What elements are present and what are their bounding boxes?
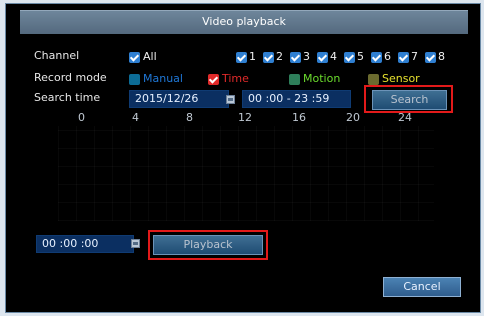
channel-7-checkbox[interactable] — [398, 52, 409, 63]
channel-8-label: 8 — [438, 50, 445, 63]
channel-4-checkbox[interactable] — [317, 52, 328, 63]
timeline-tick-0: 0 — [78, 111, 85, 124]
channel-all-label: All — [143, 50, 157, 63]
channel-3-checkbox[interactable] — [290, 52, 301, 63]
channel-3-label: 3 — [303, 50, 310, 63]
video-playback-window: Video playback Channel All 1 2 3 4 5 6 7… — [5, 3, 481, 313]
channel-2-checkbox[interactable] — [263, 52, 274, 63]
timeline-tick-4: 4 — [132, 111, 139, 124]
channel-8-checkbox[interactable] — [425, 52, 436, 63]
window-title: Video playback — [20, 10, 468, 34]
timeline-tick-24: 24 — [398, 111, 412, 124]
record-mode-motion-checkbox[interactable] — [289, 74, 300, 85]
channel-1-label: 1 — [249, 50, 256, 63]
record-mode-label: Record mode — [34, 71, 107, 84]
timeline-tick-20: 20 — [346, 111, 360, 124]
playback-time-field[interactable]: 00 :00 :00 — [36, 235, 134, 253]
channel-6-checkbox[interactable] — [371, 52, 382, 63]
timeline-area[interactable] — [58, 126, 434, 221]
channel-2-label: 2 — [276, 50, 283, 63]
channel-1-checkbox[interactable] — [236, 52, 247, 63]
timeline-tick-12: 12 — [238, 111, 252, 124]
record-mode-sensor-label: Sensor — [382, 72, 420, 85]
channel-7-label: 7 — [411, 50, 418, 63]
channel-5-checkbox[interactable] — [344, 52, 355, 63]
channel-4-label: 4 — [330, 50, 337, 63]
timeline-tick-8: 8 — [186, 111, 193, 124]
record-mode-manual-checkbox[interactable] — [129, 74, 140, 85]
record-mode-time-checkbox[interactable] — [208, 74, 219, 85]
timeline-tick-16: 16 — [292, 111, 306, 124]
search-date-field[interactable]: 2015/12/26 — [129, 90, 229, 108]
search-time-range-field[interactable]: 00 :00 - 23 :59 — [242, 90, 351, 108]
search-highlight-box — [364, 85, 453, 113]
search-time-label: Search time — [34, 91, 101, 104]
playback-highlight-box — [148, 230, 268, 260]
channel-6-label: 6 — [384, 50, 391, 63]
channel-all-checkbox[interactable] — [129, 52, 140, 63]
record-mode-time-label: Time — [222, 72, 249, 85]
calendar-icon[interactable] — [226, 95, 235, 104]
record-mode-sensor-checkbox[interactable] — [368, 74, 379, 85]
channel-label: Channel — [34, 49, 80, 62]
time-picker-icon[interactable] — [131, 239, 140, 248]
cancel-button[interactable]: Cancel — [383, 277, 461, 297]
channel-5-label: 5 — [357, 50, 364, 63]
record-mode-motion-label: Motion — [303, 72, 341, 85]
record-mode-manual-label: Manual — [143, 72, 183, 85]
